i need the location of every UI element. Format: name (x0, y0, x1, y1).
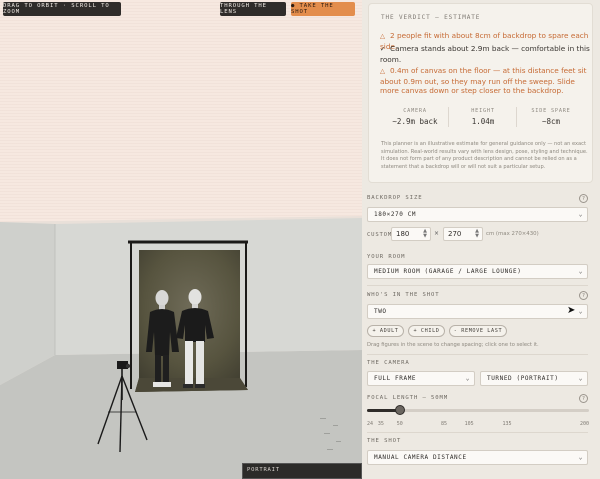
chevron-down-icon: ⌄ (578, 268, 583, 275)
add-child-button[interactable]: + CHILD (408, 325, 445, 337)
focal-length-slider-thumb[interactable] (394, 405, 405, 415)
stat-side-spare: SIDE SPARE ~8cm (531, 108, 571, 126)
focal-tick-label: 200 (580, 421, 590, 427)
warning-icon: △ (380, 67, 385, 75)
people-count-select[interactable]: TWO ⌄ (367, 304, 588, 319)
take-the-shot-button[interactable]: ● TAKE THE SHOT (291, 2, 355, 16)
verdict-line-floor: △ 0.4m of canvas on the floor — at this d… (380, 66, 587, 96)
verdict-line-camera: ✓ Camera stands about 2.9m back — comfort… (380, 44, 590, 64)
max-size-note: cm (max 270×430) (486, 231, 539, 237)
orientation-select[interactable]: TURNED (PORTRAIT) ⌄ (480, 371, 588, 386)
stat-height: HEIGHT 1.04m (471, 108, 495, 126)
chevron-down-icon: ⌄ (578, 375, 583, 382)
remove-last-button[interactable]: - REMOVE LAST (449, 325, 507, 337)
times-sign: × (434, 230, 440, 237)
disclaimer-note: This planner is an illustrative estimate… (381, 141, 588, 170)
through-the-lens-button[interactable]: THROUGH THE LENS (220, 2, 286, 16)
drag-figures-hint: Drag figures in the scene to change spac… (367, 342, 539, 348)
focal-tick-label: 135 (502, 421, 512, 427)
the-camera-label: THE CAMERA (367, 360, 410, 366)
check-icon: ✓ (380, 45, 386, 53)
orbit-hint: DRAG TO ORBIT · SCROLL TO ZOOM (3, 2, 121, 16)
the-shot-label: THE SHOT (367, 438, 402, 444)
focal-tick-label: 50 (396, 421, 403, 427)
focal-tick-label: 105 (464, 421, 474, 427)
scene-viewport[interactable]: DRAG TO ORBIT · SCROLL TO ZOOM THROUGH T… (0, 0, 362, 479)
shot-mode-select[interactable]: MANUAL CAMERA DISTANCE ⌄ (367, 450, 588, 465)
backdrop-size-label: BACKDROP SIZE (367, 195, 423, 201)
room-select[interactable]: MEDIUM ROOM (GARAGE / LARGE LOUNGE) ⌄ (367, 264, 588, 279)
focal-tick-label: 85 (440, 421, 447, 427)
help-icon[interactable]: ? (579, 291, 588, 300)
chevron-down-icon: ⌄ (578, 211, 583, 218)
stat-camera: CAMERA ~2.9m back (392, 108, 438, 126)
verdict-title: THE VERDICT — ESTIMATE (381, 14, 481, 21)
custom-label: CUSTOM (367, 232, 393, 238)
warning-icon: △ (380, 32, 385, 40)
chevron-down-icon: ⌄ (578, 454, 583, 461)
verdict-card: THE VERDICT — ESTIMATE △ 2 people fit wit… (368, 3, 593, 183)
chevron-down-icon: ⌄ (465, 375, 470, 382)
focal-length-label: FOCAL LENGTH — 50MM (367, 395, 449, 401)
whos-in-the-shot-label: WHO'S IN THE SHOT (367, 292, 440, 298)
sensor-select[interactable]: FULL FRAME ⌄ (367, 371, 475, 386)
help-icon[interactable]: ? (579, 194, 588, 203)
custom-width-input[interactable]: 180 ▲ ▼ (391, 227, 431, 241)
focal-tick-label: 24 (367, 421, 374, 427)
focal-tick-label: 35 (377, 421, 384, 427)
chevron-down-icon: ⌄ (578, 308, 583, 315)
stepper-icon[interactable]: ▲ ▼ (423, 229, 427, 239)
help-icon[interactable]: ? (579, 394, 588, 403)
custom-height-input[interactable]: 270 ▲ ▼ (443, 227, 483, 241)
add-adult-button[interactable]: + ADULT (367, 325, 404, 337)
stepper-icon[interactable]: ▲ ▼ (475, 229, 479, 239)
orientation-tag: PORTRAIT (242, 463, 362, 479)
controls-panel: THE VERDICT — ESTIMATE △ 2 people fit wit… (363, 0, 600, 479)
your-room-label: YOUR ROOM (367, 254, 406, 260)
backdrop-size-select[interactable]: 180×270 CM ⌄ (367, 207, 588, 222)
mouse-cursor-icon: ➤ (567, 305, 576, 316)
room-scene (0, 216, 362, 479)
